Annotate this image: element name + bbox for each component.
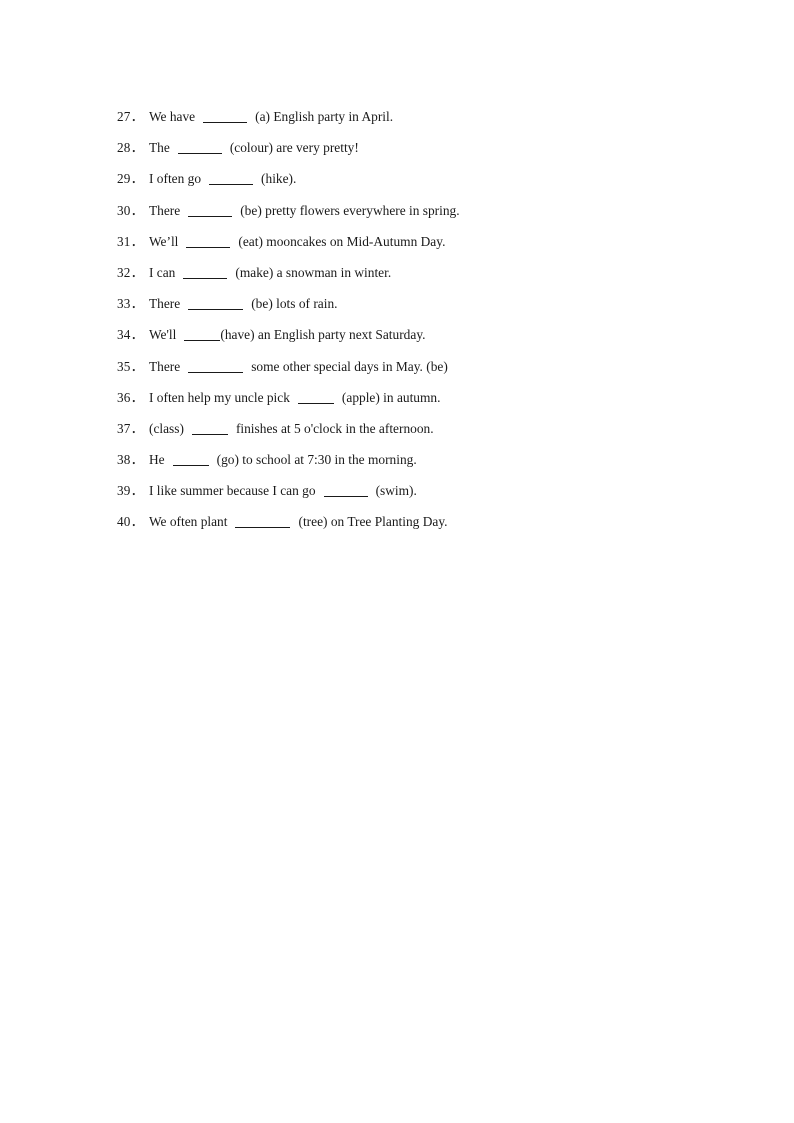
exercise-text-before-blank: There	[148, 202, 181, 218]
exercise-item: 37． (class) finishes at 5 o'clock in the a…	[117, 413, 717, 444]
exercise-text-before-blank: We have	[148, 109, 196, 124]
exercise-number: 36．	[117, 389, 144, 405]
exercise-number: 34．	[117, 327, 144, 343]
exercise-item: 28． The (colour) are very pretty!	[117, 132, 717, 163]
exercise-item: 30． There (be) pretty flowers everywhere i…	[117, 195, 717, 226]
exercise-item: 33． There (be) lots of rain.	[117, 288, 717, 319]
answer-blank[interactable]	[235, 516, 291, 529]
exercise-item: 31． We’ll (eat) mooncakes on Mid-Autumn Da…	[117, 226, 717, 257]
exercise-item: 40． We often plant (tree) on Tree Planting…	[117, 506, 717, 537]
exercise-text-after-blank: (swim).	[375, 483, 417, 499]
answer-blank[interactable]	[191, 423, 228, 435]
exercise-text-after-blank: (colour) are very pretty!	[229, 140, 359, 156]
exercise-text-after-blank: (have) an English party next Saturday.	[220, 327, 426, 343]
exercise-number: 28．	[117, 140, 144, 156]
document-page: 27． We have (a) English party in April. 28．…	[0, 0, 794, 1123]
exercise-number: 30．	[117, 202, 144, 218]
exercise-text-after-blank: (make) a snowman in winter.	[235, 264, 392, 280]
exercise-item: 38． He (go) to school at 7:30 in the morni…	[117, 444, 717, 475]
answer-blank[interactable]	[188, 361, 244, 373]
answer-blank[interactable]	[188, 298, 244, 311]
exercise-text-after-blank: (a) English party in April.	[255, 109, 394, 124]
exercise-number: 37．	[117, 420, 144, 436]
exercise-item: 32． I can (make) a snowman in winter.	[117, 257, 717, 288]
exercise-text-after-blank: some other special days in May. (be)	[251, 358, 448, 374]
exercise-number: 38．	[117, 452, 144, 468]
answer-blank[interactable]	[209, 173, 254, 186]
answer-blank[interactable]	[177, 142, 222, 155]
exercise-text-before-blank: He	[148, 452, 165, 468]
exercise-text-before-blank: (class)	[148, 420, 184, 436]
exercise-text-after-blank: (go) to school at 7:30 in the morning.	[216, 452, 417, 468]
exercise-item: 29． I often go (hike).	[117, 163, 717, 194]
exercise-text-after-blank: finishes at 5 o'clock in the afternoon.	[235, 420, 434, 436]
answer-blank[interactable]	[183, 267, 228, 279]
answer-blank[interactable]	[323, 485, 368, 498]
exercise-number: 31．	[117, 233, 144, 249]
exercise-text-before-blank: We'll	[148, 327, 177, 343]
exercise-text-after-blank: (apple) in autumn.	[341, 389, 441, 405]
exercise-text-before-blank: There	[148, 296, 181, 312]
exercise-text-after-blank: (be) pretty flowers everywhere in spring…	[240, 202, 460, 218]
exercise-number: 40．	[117, 514, 144, 530]
exercise-text-before-blank: I can	[148, 264, 176, 280]
exercise-item: 27． We have (a) English party in April.	[117, 101, 717, 132]
answer-blank[interactable]	[203, 111, 248, 123]
answer-blank[interactable]	[184, 329, 221, 342]
exercise-text-before-blank: I often help my uncle pick	[148, 389, 290, 405]
exercise-item: 35． There some other special days in May. …	[117, 351, 717, 382]
exercise-text-before-blank: I often go	[148, 171, 202, 187]
exercise-item: 36． I often help my uncle pick (apple) in …	[117, 382, 717, 413]
exercise-text-after-blank: (eat) mooncakes on Mid-Autumn Day.	[238, 233, 446, 249]
exercise-list: 27． We have (a) English party in April. 28．…	[117, 101, 717, 538]
exercise-number: 33．	[117, 296, 144, 312]
exercise-number: 35．	[117, 358, 144, 374]
exercise-text-before-blank: We’ll	[148, 233, 179, 249]
exercise-text-after-blank: (be) lots of rain.	[251, 296, 338, 312]
answer-blank[interactable]	[186, 236, 231, 248]
exercise-item: 39． I like summer because I can go (swim).	[117, 475, 717, 506]
exercise-text-before-blank: We often plant	[148, 514, 228, 530]
answer-blank[interactable]	[297, 392, 334, 404]
exercise-text-before-blank: There	[148, 358, 181, 374]
exercise-item: 34． We'll (have) an English party next Sat…	[117, 319, 717, 350]
exercise-number: 32．	[117, 264, 144, 280]
answer-blank[interactable]	[188, 205, 233, 217]
exercise-text-before-blank: The	[148, 140, 170, 156]
exercise-text-after-blank: (tree) on Tree Planting Day.	[298, 514, 448, 530]
exercise-text-after-blank: (hike).	[261, 171, 297, 187]
exercise-number: 29．	[117, 171, 144, 187]
answer-blank[interactable]	[172, 454, 209, 467]
exercise-number: 27．	[117, 109, 144, 124]
exercise-number: 39．	[117, 483, 144, 499]
exercise-text-before-blank: I like summer because I can go	[148, 483, 316, 499]
